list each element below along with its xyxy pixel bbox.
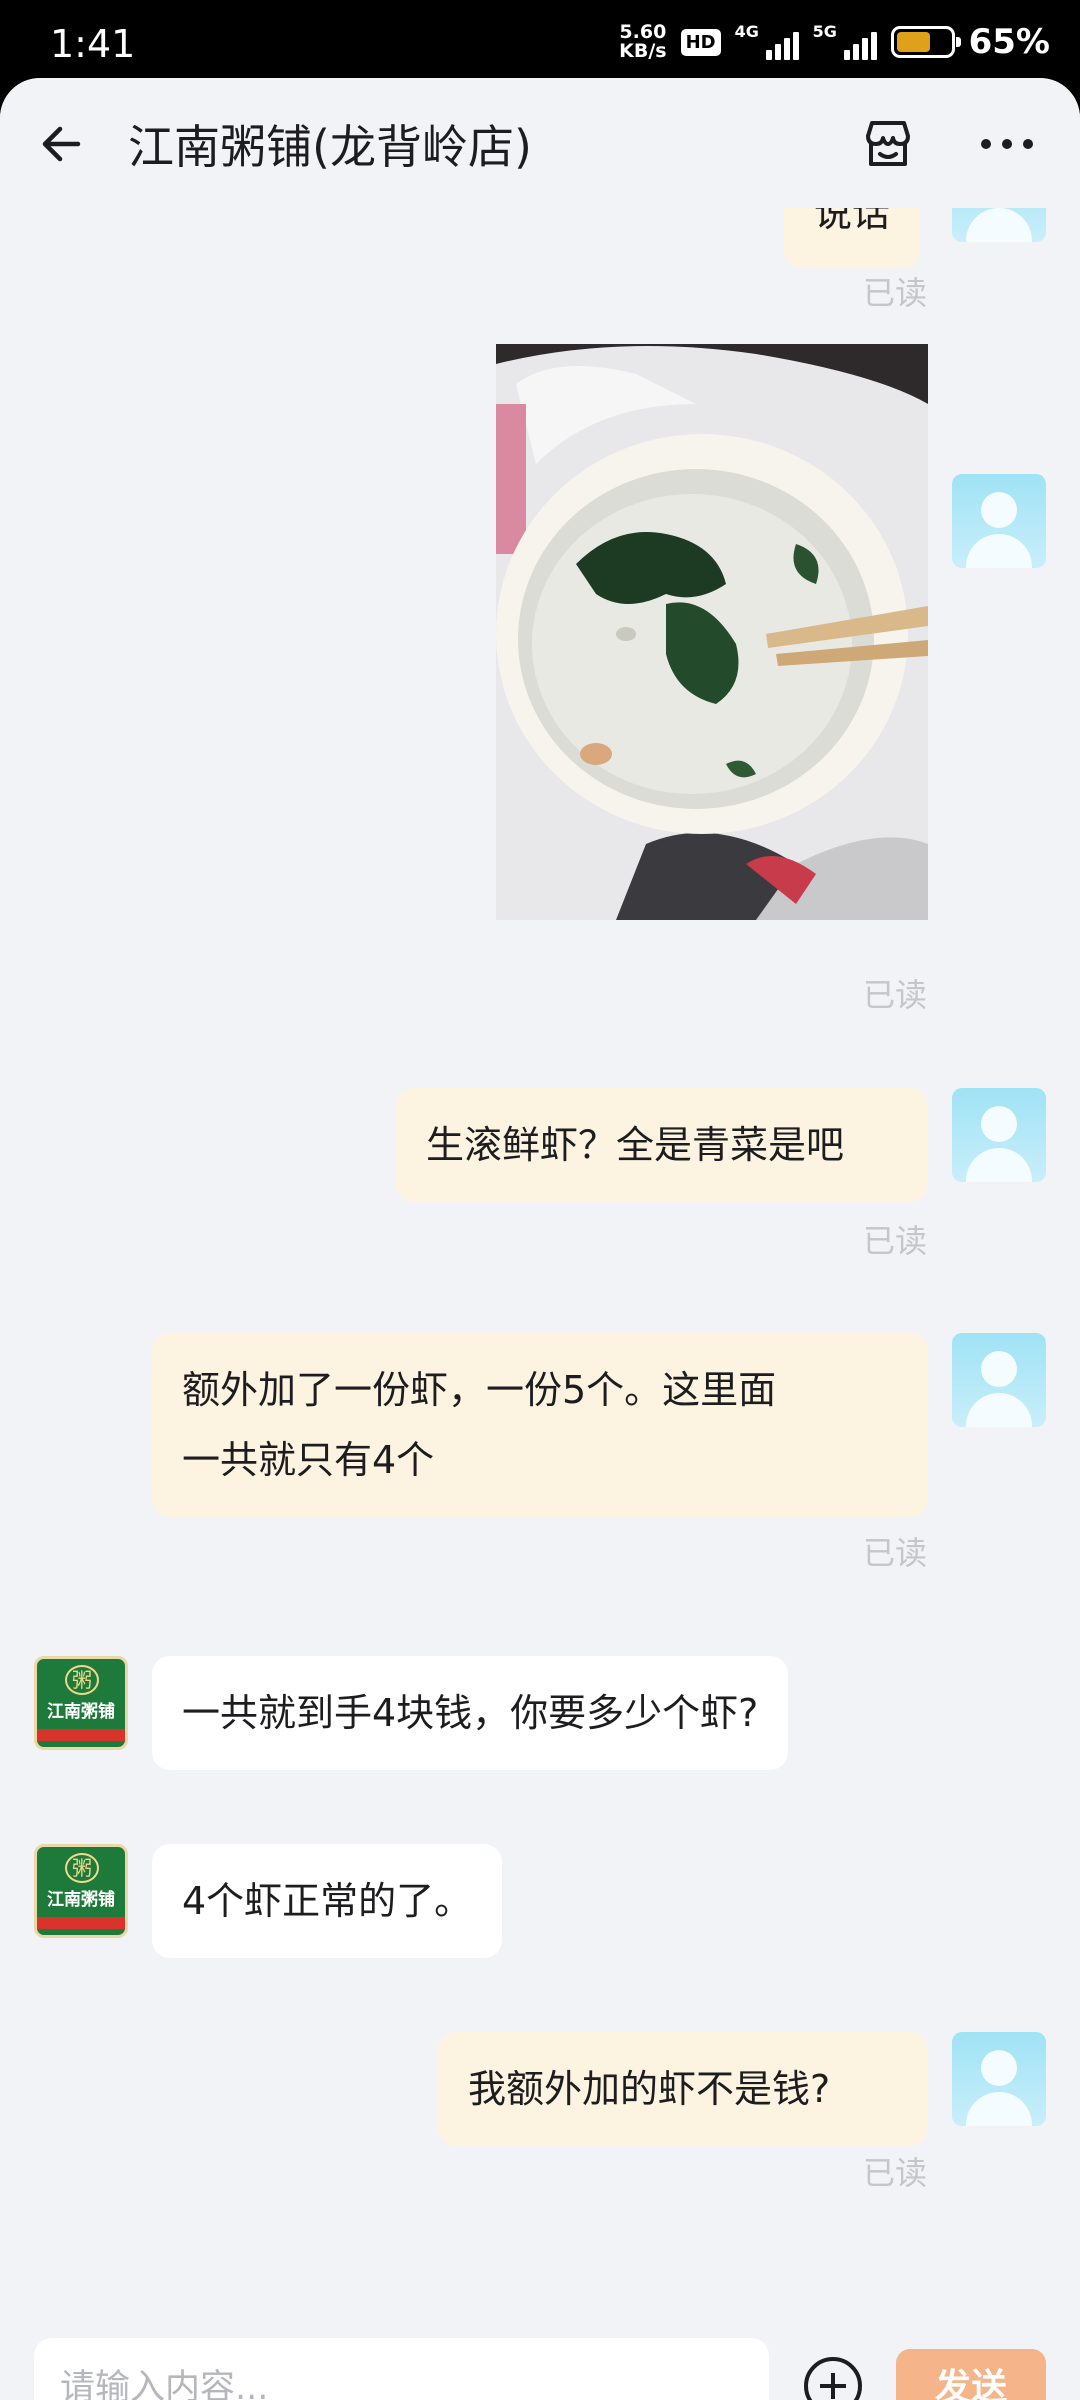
battery-icon (890, 26, 961, 58)
send-button[interactable]: 发送 (896, 2349, 1046, 2400)
porridge-image (496, 344, 928, 920)
message-bubble-outgoing[interactable]: 说话 (784, 208, 921, 268)
store-button[interactable] (858, 114, 918, 174)
chat-header: 江南粥铺(龙背岭店) (0, 78, 1080, 208)
porridge-photo[interactable] (496, 344, 928, 920)
chat-screen: 江南粥铺(龙背岭店) 说话 已读 已读 生滚鲜虾？全是青菜是吧 已读 额外加了一… (0, 78, 1080, 2400)
signal-5g-icon: 5G (813, 22, 877, 60)
signal-4g-icon: 4G (735, 22, 799, 60)
message-bubble-outgoing[interactable]: 额外加了一份虾，一份5个。这里面 一共就只有4个 (152, 1333, 928, 1517)
more-button[interactable] (972, 114, 1042, 174)
user-avatar[interactable] (952, 1088, 1046, 1182)
arrow-left-icon (42, 126, 81, 162)
store-icon (866, 121, 910, 166)
battery-fill (896, 32, 931, 52)
user-avatar[interactable] (952, 1333, 1046, 1427)
read-status: 已读 (862, 976, 927, 1014)
message-bubble-outgoing[interactable]: 生滚鲜虾？全是青菜是吧 (396, 1088, 928, 1202)
back-button[interactable] (36, 114, 96, 174)
shop-logo: 粥 (65, 1853, 99, 1883)
shop-avatar[interactable]: 粥 江南粥铺 (34, 1844, 128, 1938)
status-indicators: 5.60 KB/s HD 4G 5G 65% (619, 20, 1050, 64)
read-status: 已读 (862, 274, 927, 312)
read-status: 已读 (862, 1534, 927, 1572)
read-status: 已读 (862, 1222, 927, 1260)
read-status: 已读 (862, 2154, 927, 2192)
message-bubble-outgoing[interactable]: 我额外加的虾不是钱? (438, 2032, 928, 2146)
user-avatar[interactable] (952, 208, 1046, 242)
page-title: 江南粥铺(龙背岭店) (128, 120, 532, 174)
shop-logo: 粥 (65, 1665, 99, 1695)
more-horizontal-icon (981, 139, 1033, 149)
hd-icon: HD (680, 28, 721, 56)
message-list[interactable]: 说话 已读 已读 生滚鲜虾？全是青菜是吧 已读 额外加了一份虾，一份5个。这里面… (0, 208, 1080, 2273)
status-time: 1:41 (50, 22, 136, 66)
shop-avatar-name: 江南粥铺 (47, 1890, 115, 1910)
user-avatar[interactable] (952, 474, 1046, 568)
message-bubble-incoming[interactable]: 一共就到手4块钱，你要多少个虾? (152, 1656, 789, 1770)
message-input[interactable] (34, 2338, 769, 2400)
plus-circle-icon[interactable] (804, 2357, 862, 2400)
composer-bar: 发送 (0, 2253, 1080, 2400)
message-bubble-incoming[interactable]: 4个虾正常的了。 (152, 1844, 503, 1958)
network-speed: 5.60 KB/s (619, 21, 667, 62)
battery-percent: 65% (968, 22, 1050, 62)
status-bar: 1:41 5.60 KB/s HD 4G 5G 65% (0, 0, 1080, 80)
shop-avatar[interactable]: 粥 江南粥铺 (34, 1656, 128, 1750)
shop-avatar-name: 江南粥铺 (47, 1702, 115, 1722)
user-avatar[interactable] (952, 2032, 1046, 2126)
